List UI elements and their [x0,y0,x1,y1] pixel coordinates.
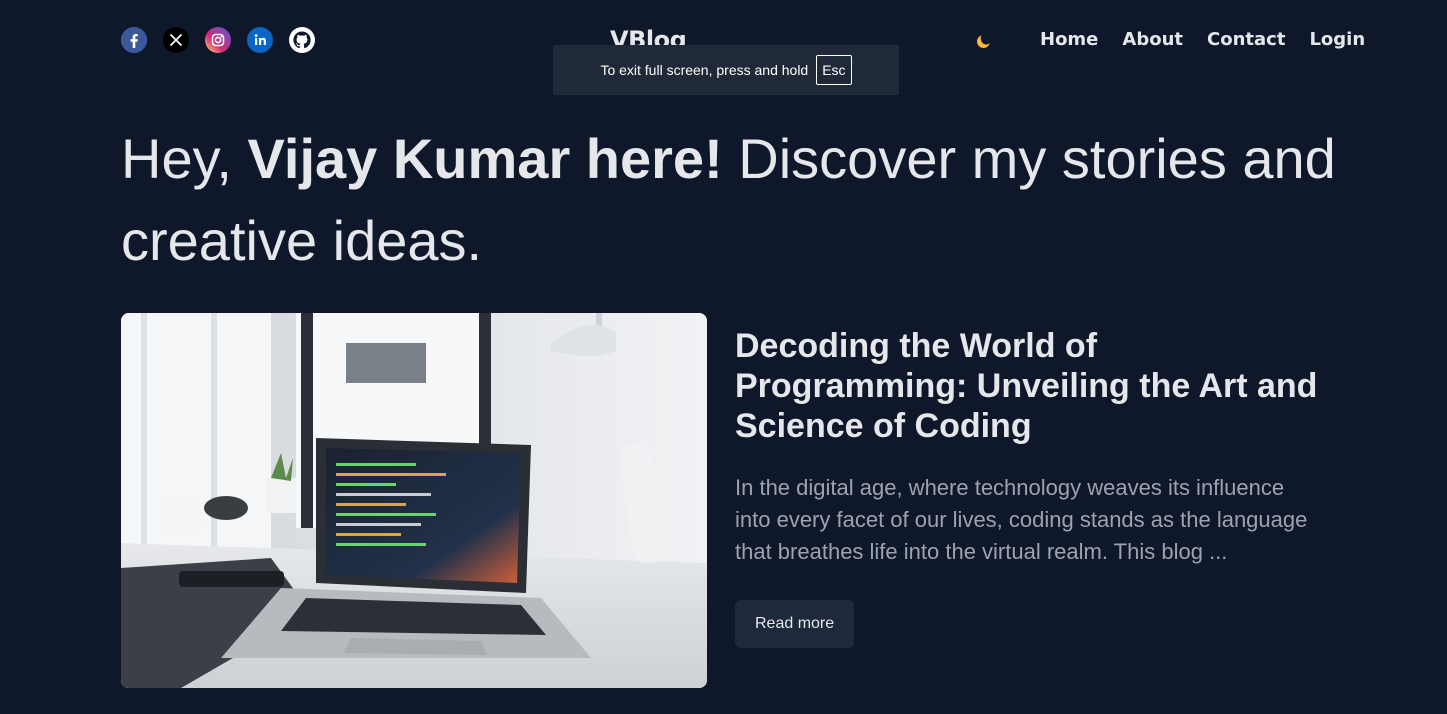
hero-name: Vijay Kumar here! [247,127,723,190]
hero-heading: Hey, Vijay Kumar here! Discover my stori… [121,118,1341,282]
facebook-icon[interactable] [121,27,147,53]
nav-contact[interactable]: Contact [1207,29,1285,50]
moon-icon[interactable] [974,30,994,50]
fullscreen-exit-toast: To exit full screen, press and hold Esc [553,45,899,95]
hero-prefix: Hey, [121,127,248,190]
featured-post-image[interactable] [121,313,707,688]
esc-key-badge: Esc [816,55,852,85]
nav-about[interactable]: About [1122,29,1183,50]
post-title[interactable]: Decoding the World of Programming: Unvei… [735,326,1325,446]
featured-post-content: Decoding the World of Programming: Unvei… [735,326,1325,648]
instagram-icon[interactable] [205,27,231,53]
x-icon[interactable] [163,27,189,53]
post-excerpt: In the digital age, where technology wea… [735,475,1308,564]
github-icon[interactable] [289,27,315,53]
nav-home[interactable]: Home [1040,29,1098,50]
toast-message: To exit full screen, press and hold [600,62,809,78]
nav-login[interactable]: Login [1309,29,1365,50]
read-more-button[interactable]: Read more [735,600,855,648]
main-nav: Home About Contact Login [1040,29,1365,50]
linkedin-icon[interactable] [247,27,273,53]
social-links [121,27,315,53]
